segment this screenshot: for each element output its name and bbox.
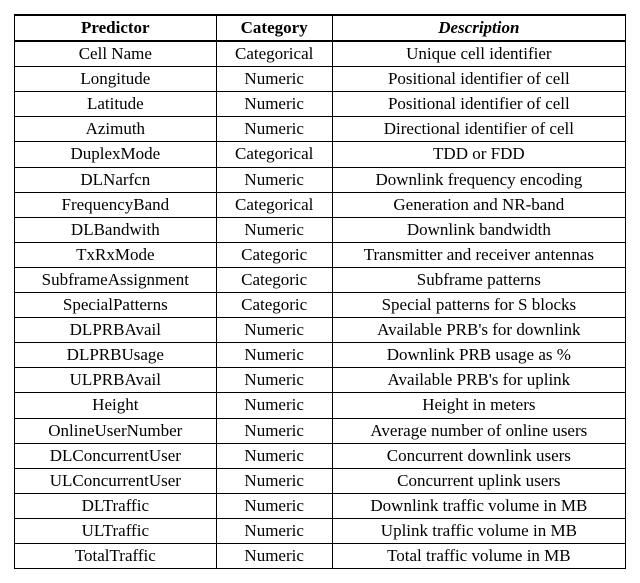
cell-description: Directional identifier of cell bbox=[332, 117, 625, 142]
cell-category: Numeric bbox=[216, 167, 332, 192]
cell-category: Numeric bbox=[216, 418, 332, 443]
table-row: LatitudeNumericPositional identifier of … bbox=[15, 92, 626, 117]
cell-category: Numeric bbox=[216, 92, 332, 117]
cell-predictor: ULPRBAvail bbox=[15, 368, 217, 393]
table-row: HeightNumericHeight in meters bbox=[15, 393, 626, 418]
table-row: SpecialPatternsCategoricSpecial patterns… bbox=[15, 293, 626, 318]
cell-category: Numeric bbox=[216, 318, 332, 343]
cell-category: Categoric bbox=[216, 242, 332, 267]
table-row: DLNarfcnNumericDownlink frequency encodi… bbox=[15, 167, 626, 192]
cell-description: Height in meters bbox=[332, 393, 625, 418]
cell-predictor: Height bbox=[15, 393, 217, 418]
table-row: ULTrafficNumericUplink traffic volume in… bbox=[15, 518, 626, 543]
table-row: Cell NameCategoricalUnique cell identifi… bbox=[15, 41, 626, 67]
table-row: DLTrafficNumericDownlink traffic volume … bbox=[15, 493, 626, 518]
table-row: FrequencyBandCategoricalGeneration and N… bbox=[15, 192, 626, 217]
cell-predictor: DLBandwith bbox=[15, 217, 217, 242]
table-row: TotalTrafficNumericTotal traffic volume … bbox=[15, 543, 626, 568]
cell-category: Numeric bbox=[216, 117, 332, 142]
cell-category: Categorical bbox=[216, 192, 332, 217]
cell-category: Numeric bbox=[216, 343, 332, 368]
cell-predictor: TxRxMode bbox=[15, 242, 217, 267]
cell-predictor: Latitude bbox=[15, 92, 217, 117]
cell-category: Numeric bbox=[216, 393, 332, 418]
cell-predictor: TotalTraffic bbox=[15, 543, 217, 568]
cell-category: Numeric bbox=[216, 443, 332, 468]
cell-predictor: FrequencyBand bbox=[15, 192, 217, 217]
cell-description: Positional identifier of cell bbox=[332, 67, 625, 92]
cell-description: Generation and NR-band bbox=[332, 192, 625, 217]
cell-description: Concurrent uplink users bbox=[332, 468, 625, 493]
table-header-row: Predictor Category Description bbox=[15, 15, 626, 41]
table-row: DLConcurrentUserNumericConcurrent downli… bbox=[15, 443, 626, 468]
cell-category: Numeric bbox=[216, 217, 332, 242]
cell-predictor: DLNarfcn bbox=[15, 167, 217, 192]
cell-description: Transmitter and receiver antennas bbox=[332, 242, 625, 267]
cell-predictor: Longitude bbox=[15, 67, 217, 92]
predictor-table: Predictor Category Description Cell Name… bbox=[14, 14, 626, 569]
table-row: TxRxModeCategoricTransmitter and receive… bbox=[15, 242, 626, 267]
cell-predictor: ULTraffic bbox=[15, 518, 217, 543]
cell-category: Numeric bbox=[216, 493, 332, 518]
cell-description: Downlink PRB usage as % bbox=[332, 343, 625, 368]
cell-category: Categorical bbox=[216, 142, 332, 167]
cell-predictor: DLPRBUsage bbox=[15, 343, 217, 368]
cell-category: Numeric bbox=[216, 67, 332, 92]
table-row: DLPRBUsageNumericDownlink PRB usage as % bbox=[15, 343, 626, 368]
cell-description: Total traffic volume in MB bbox=[332, 543, 625, 568]
table-row: OnlineUserNumberNumericAverage number of… bbox=[15, 418, 626, 443]
table-container: Predictor Category Description Cell Name… bbox=[0, 0, 640, 583]
cell-predictor: SubframeAssignment bbox=[15, 267, 217, 292]
cell-description: Downlink frequency encoding bbox=[332, 167, 625, 192]
cell-predictor: SpecialPatterns bbox=[15, 293, 217, 318]
cell-predictor: DLTraffic bbox=[15, 493, 217, 518]
cell-description: Average number of online users bbox=[332, 418, 625, 443]
table-row: DLBandwithNumericDownlink bandwidth bbox=[15, 217, 626, 242]
cell-description: Uplink traffic volume in MB bbox=[332, 518, 625, 543]
table-row: SubframeAssignmentCategoricSubframe patt… bbox=[15, 267, 626, 292]
cell-category: Categorical bbox=[216, 41, 332, 67]
table-row: ULConcurrentUserNumericConcurrent uplink… bbox=[15, 468, 626, 493]
cell-predictor: DLConcurrentUser bbox=[15, 443, 217, 468]
cell-predictor: DuplexMode bbox=[15, 142, 217, 167]
table-row: ULPRBAvailNumericAvailable PRB's for upl… bbox=[15, 368, 626, 393]
table-row: DuplexModeCategoricalTDD or FDD bbox=[15, 142, 626, 167]
table-row: DLPRBAvailNumericAvailable PRB's for dow… bbox=[15, 318, 626, 343]
cell-category: Categoric bbox=[216, 267, 332, 292]
cell-predictor: DLPRBAvail bbox=[15, 318, 217, 343]
cell-description: Downlink bandwidth bbox=[332, 217, 625, 242]
table-row: AzimuthNumericDirectional identifier of … bbox=[15, 117, 626, 142]
cell-category: Categoric bbox=[216, 293, 332, 318]
cell-description: Unique cell identifier bbox=[332, 41, 625, 67]
cell-category: Numeric bbox=[216, 543, 332, 568]
header-predictor: Predictor bbox=[15, 15, 217, 41]
cell-predictor: Azimuth bbox=[15, 117, 217, 142]
header-description: Description bbox=[332, 15, 625, 41]
header-category: Category bbox=[216, 15, 332, 41]
cell-description: Available PRB's for uplink bbox=[332, 368, 625, 393]
cell-description: Downlink traffic volume in MB bbox=[332, 493, 625, 518]
cell-category: Numeric bbox=[216, 368, 332, 393]
cell-category: Numeric bbox=[216, 518, 332, 543]
cell-predictor: OnlineUserNumber bbox=[15, 418, 217, 443]
table-row: LongitudeNumericPositional identifier of… bbox=[15, 67, 626, 92]
cell-description: Available PRB's for downlink bbox=[332, 318, 625, 343]
cell-description: Special patterns for S blocks bbox=[332, 293, 625, 318]
cell-description: TDD or FDD bbox=[332, 142, 625, 167]
cell-predictor: Cell Name bbox=[15, 41, 217, 67]
cell-predictor: ULConcurrentUser bbox=[15, 468, 217, 493]
cell-description: Subframe patterns bbox=[332, 267, 625, 292]
cell-category: Numeric bbox=[216, 468, 332, 493]
cell-description: Concurrent downlink users bbox=[332, 443, 625, 468]
cell-description: Positional identifier of cell bbox=[332, 92, 625, 117]
